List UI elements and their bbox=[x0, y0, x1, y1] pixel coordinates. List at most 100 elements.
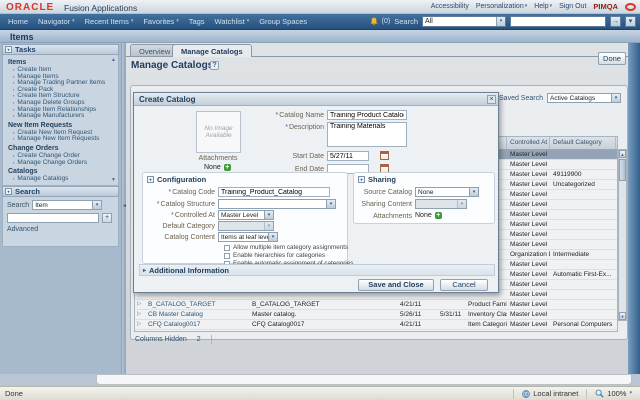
search-scope-select[interactable]: All ▾ bbox=[422, 16, 506, 27]
header-controlled-at[interactable]: Controlled At bbox=[507, 137, 550, 149]
collapse-icon[interactable]: ▾ bbox=[358, 176, 365, 183]
status-text: Done bbox=[0, 389, 513, 398]
chevron-down-icon[interactable]: ▾ bbox=[264, 211, 273, 219]
zoom-control[interactable]: 100% ▾ bbox=[586, 389, 640, 399]
task-section-new-item-requests: New Item Requests bbox=[8, 122, 110, 129]
catalog-structure-select[interactable]: ▾ bbox=[218, 199, 336, 209]
controlled-at: Organization Level bbox=[507, 250, 550, 259]
configuration-header[interactable]: ▾ Configuration bbox=[147, 175, 206, 184]
expand-icon[interactable]: ▸ bbox=[143, 267, 146, 274]
search-scope-select[interactable]: Item ▾ bbox=[32, 200, 102, 210]
chevron-down-icon[interactable]: ▾ bbox=[268, 233, 277, 241]
footer-divider bbox=[211, 335, 212, 344]
sharing-header[interactable]: ▾ Sharing bbox=[358, 175, 396, 184]
controlled-at: Master Level bbox=[507, 190, 550, 199]
link-personalization[interactable]: Personalization▾ bbox=[476, 3, 527, 10]
default-category bbox=[550, 200, 616, 209]
table-row[interactable]: ▷CFQ Catalog0017CFQ Catalog00174/21/11It… bbox=[135, 320, 617, 330]
collapse-icon[interactable]: ▾ bbox=[5, 46, 12, 53]
search-options-button[interactable]: ▾ bbox=[625, 16, 636, 27]
source-catalog-select[interactable]: None ▾ bbox=[415, 187, 479, 197]
nav-item-watchlist[interactable]: Watchlist▾ bbox=[215, 17, 250, 26]
scrollbar-thumb[interactable] bbox=[619, 159, 626, 181]
nav-item-navigator[interactable]: Navigator▾ bbox=[38, 17, 75, 26]
advanced-search-link[interactable]: Advanced bbox=[7, 226, 114, 233]
content-bottom-edge bbox=[96, 374, 632, 385]
expand-icon[interactable]: ▷ bbox=[135, 310, 145, 319]
table-row[interactable]: ▷CB Master CatalogMaster catalog.5/26/11… bbox=[135, 310, 617, 320]
nav-item-recent-items[interactable]: Recent Items▾ bbox=[85, 17, 134, 26]
sidebar-search-input[interactable] bbox=[7, 213, 99, 223]
catalog-content-select[interactable]: Items at leaf level ▾ bbox=[218, 232, 278, 242]
saved-search-select[interactable]: Active Catalogs ▾ bbox=[547, 93, 621, 103]
add-attachment-icon[interactable]: + bbox=[224, 164, 231, 171]
controlled-at-select[interactable]: Master Level ▾ bbox=[218, 210, 274, 220]
catalog-description: B_CATALOG_TARGET bbox=[249, 300, 397, 309]
calendar-icon[interactable] bbox=[380, 151, 389, 160]
nav-item-group-spaces[interactable]: Group Spaces bbox=[259, 17, 307, 26]
chevron-down-icon[interactable]: ▾ bbox=[496, 17, 505, 26]
header-default-category[interactable]: Default Category bbox=[550, 137, 616, 149]
global-search-input[interactable] bbox=[510, 16, 606, 27]
collapse-icon[interactable]: ▾ bbox=[147, 176, 154, 183]
nav-item-favorites[interactable]: Favorites▾ bbox=[143, 17, 178, 26]
chevron-down-icon[interactable]: ▾ bbox=[326, 200, 335, 208]
table-row[interactable]: ▷B_CATALOG_TARGETB_CATALOG_TARGET4/21/11… bbox=[135, 300, 617, 310]
search-scope-value: All bbox=[423, 18, 496, 25]
start-date: 4/21/11 bbox=[397, 300, 437, 309]
checkbox-enable-hierarchies-for-categories[interactable] bbox=[224, 253, 230, 259]
scroll-up-button[interactable]: ▲ bbox=[619, 150, 626, 158]
brand-bar: ORACLE Fusion Applications Accessibility… bbox=[0, 0, 640, 14]
link-sign-out[interactable]: Sign Out bbox=[559, 3, 586, 10]
browser-status-bar: Done Local intranet 100% ▾ bbox=[0, 386, 640, 400]
nav-item-home[interactable]: Home bbox=[8, 17, 28, 26]
add-search-button[interactable]: + bbox=[102, 213, 112, 223]
tasks-panel-header[interactable]: ▾ Tasks bbox=[2, 44, 119, 55]
expand-icon[interactable]: ▷ bbox=[135, 300, 145, 309]
collapse-icon[interactable]: ▾ bbox=[5, 188, 12, 195]
dialog-title-bar[interactable]: Create Catalog × bbox=[134, 93, 498, 106]
scroll-down-button[interactable]: ▼ bbox=[619, 312, 626, 320]
task-link-row: ▪Manage Catalogs bbox=[8, 176, 110, 183]
task-link-manage-catalogs[interactable]: Manage Catalogs bbox=[17, 176, 68, 183]
task-link-manage-manufacturers[interactable]: Manage Manufacturers bbox=[17, 113, 84, 120]
task-link-manage-change-orders[interactable]: Manage Change Orders bbox=[17, 160, 87, 167]
tab-manage-catalogs[interactable]: Manage Catalogs bbox=[172, 44, 252, 57]
close-icon[interactable]: × bbox=[487, 95, 496, 104]
alert-count[interactable]: (0) bbox=[382, 18, 391, 25]
chevron-down-icon[interactable]: ▾ bbox=[92, 201, 101, 209]
chevron-down-icon[interactable]: ▾ bbox=[469, 188, 478, 196]
chevron-down-icon: ▾ bbox=[176, 19, 179, 24]
save-and-close-button[interactable]: Save and Close bbox=[358, 279, 434, 291]
start-date-input[interactable] bbox=[327, 151, 369, 161]
scroll-down-icon[interactable]: ▼ bbox=[111, 177, 116, 183]
search-panel-header[interactable]: ▾ Search bbox=[2, 186, 119, 197]
help-icon[interactable]: ? bbox=[210, 61, 219, 70]
chevron-down-icon[interactable]: ▾ bbox=[611, 94, 620, 102]
columns-hidden-count: 2 bbox=[197, 336, 201, 343]
default-category-label: Default Category bbox=[145, 223, 215, 230]
checkbox-allow-multiple-item-category-assignments[interactable] bbox=[224, 245, 230, 251]
global-search-label: Search bbox=[394, 17, 418, 26]
bullet-icon: ▪ bbox=[13, 107, 14, 114]
expand-icon[interactable]: ▷ bbox=[135, 320, 145, 329]
table-scrollbar[interactable]: ▲ ▼ bbox=[618, 149, 627, 321]
catalog-image-placeholder: No Image Available bbox=[196, 111, 241, 153]
controlled-at: Master Level bbox=[507, 310, 550, 319]
catalog-code-input[interactable] bbox=[218, 187, 330, 197]
description-input[interactable] bbox=[327, 122, 407, 147]
scroll-up-icon[interactable]: ▲ bbox=[111, 57, 116, 63]
nav-item-tags[interactable]: Tags bbox=[189, 17, 205, 26]
add-attachment-icon[interactable]: + bbox=[435, 212, 442, 219]
done-button[interactable]: Done bbox=[598, 52, 626, 65]
description-label: *Description bbox=[252, 124, 324, 131]
link-help[interactable]: Help▾ bbox=[534, 3, 552, 10]
cancel-button[interactable]: Cancel bbox=[440, 279, 488, 291]
catalog-name-input[interactable] bbox=[327, 110, 407, 120]
task-link-manage-new-item-requests[interactable]: Manage New Item Requests bbox=[17, 136, 99, 143]
additional-information-header[interactable]: ▸ Additional Information bbox=[139, 264, 495, 276]
search-go-button[interactable]: → bbox=[610, 16, 621, 27]
chevron-down-icon[interactable]: ▾ bbox=[629, 391, 632, 396]
notifications-bell-icon[interactable] bbox=[370, 17, 378, 26]
link-accessibility[interactable]: Accessibility bbox=[431, 3, 469, 10]
